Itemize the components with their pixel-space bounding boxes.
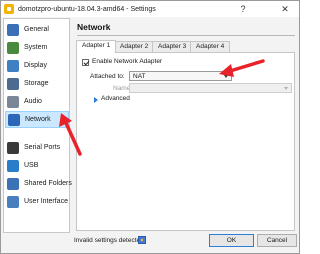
sidebar-item-system[interactable]: System: [5, 39, 69, 56]
tab-adapter-4[interactable]: Adapter 4: [190, 41, 231, 52]
sidebar-item-display[interactable]: Display: [5, 57, 69, 74]
attached-to-value: NAT: [133, 73, 146, 80]
sidebar-item-label: Display: [24, 62, 47, 69]
sidebar-item-audio[interactable]: Audio: [5, 93, 69, 110]
sidebar-item-label: Audio: [24, 98, 42, 105]
status-message: Invalid settings detected: [74, 237, 144, 244]
settings-sidebar: General System Display Storage Audio Net…: [3, 18, 72, 233]
enable-adapter-checkbox[interactable]: [82, 59, 89, 66]
sidebar-item-label: Storage: [24, 80, 49, 87]
sidebar-item-user-interface[interactable]: User Interface: [5, 193, 69, 210]
user-interface-icon: [7, 195, 19, 208]
name-select: [129, 83, 292, 93]
ok-button[interactable]: OK: [209, 234, 254, 247]
system-icon: [7, 41, 19, 54]
sidebar-item-usb[interactable]: USB: [5, 157, 69, 174]
virtualbox-app-icon: [4, 4, 14, 14]
help-button[interactable]: ?: [232, 1, 254, 17]
enable-adapter-label[interactable]: Enable Network Adapter: [92, 58, 162, 65]
close-button[interactable]: ✕: [271, 1, 299, 17]
audio-icon: [7, 95, 19, 108]
attached-to-select[interactable]: NAT: [129, 71, 232, 81]
window-title: domotzpro-ubuntu-18.04.3-amd64 - Setting…: [18, 5, 156, 13]
usb-icon: [7, 159, 19, 172]
adapter-tabs: Adapter 1 Adapter 2 Adapter 3 Adapter 4: [76, 40, 296, 53]
advanced-toggle-label[interactable]: Advanced: [101, 95, 130, 102]
title-bar: domotzpro-ubuntu-18.04.3-amd64 - Setting…: [1, 1, 299, 17]
adapter-panel: Enable Network Adapter Attached to: NAT …: [76, 52, 295, 231]
sidebar-item-general[interactable]: General: [5, 21, 69, 38]
serial-ports-icon: [7, 141, 19, 154]
sidebar-item-label: Serial Ports: [24, 144, 61, 151]
chevron-down-icon: [224, 75, 228, 78]
cancel-button[interactable]: Cancel: [257, 234, 297, 247]
general-icon: [7, 23, 19, 36]
tab-adapter-3[interactable]: Adapter 3: [152, 41, 193, 52]
sidebar-item-network[interactable]: Network: [5, 111, 69, 128]
sidebar-item-label: System: [24, 44, 48, 51]
chevron-down-icon: [284, 87, 288, 90]
sidebar-item-label: USB: [24, 162, 39, 169]
sidebar-item-storage[interactable]: Storage: [5, 75, 69, 92]
shared-folders-icon: [7, 177, 19, 190]
title-divider: [77, 35, 295, 36]
attached-to-label: Attached to:: [90, 73, 125, 80]
sidebar-item-label: Network: [25, 116, 51, 123]
sidebar-item-label: User Interface: [24, 198, 68, 205]
tab-adapter-2[interactable]: Adapter 2: [114, 41, 155, 52]
sidebar-item-shared-folders[interactable]: Shared Folders: [5, 175, 72, 192]
settings-window: domotzpro-ubuntu-18.04.3-amd64 - Setting…: [0, 0, 300, 254]
tab-adapter-1[interactable]: Adapter 1: [76, 40, 117, 53]
advanced-expand-icon[interactable]: [94, 97, 98, 103]
storage-icon: [7, 77, 19, 90]
sidebar-item-serial-ports[interactable]: Serial Ports: [5, 139, 69, 156]
sidebar-item-label: General: [24, 26, 49, 33]
warning-icon[interactable]: [138, 236, 146, 244]
network-icon: [8, 113, 20, 126]
sidebar-item-label: Shared Folders: [24, 180, 72, 187]
display-icon: [7, 59, 19, 72]
settings-content: Network Adapter 1 Adapter 2 Adapter 3 Ad…: [73, 18, 297, 233]
page-title: Network: [77, 22, 111, 32]
